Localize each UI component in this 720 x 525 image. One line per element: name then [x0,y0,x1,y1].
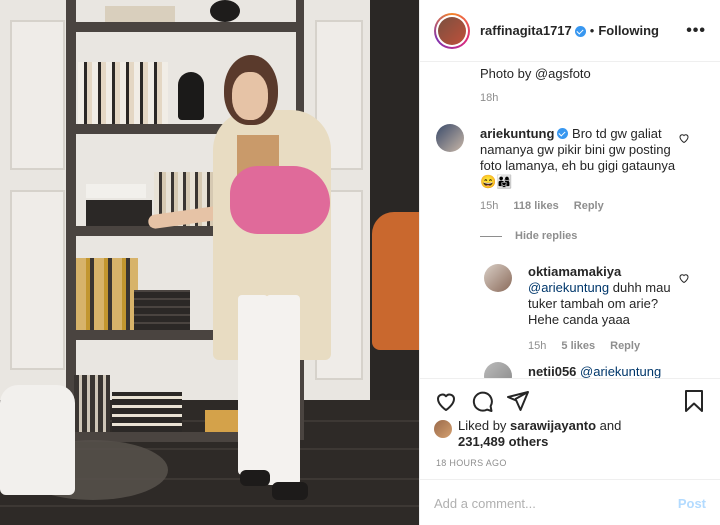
person-face [232,72,268,120]
reply-username[interactable]: netii056 [528,364,576,378]
reply-username[interactable]: oktiamamakiya [528,264,621,279]
header-separator: • [589,23,595,38]
comment-input[interactable] [434,492,654,514]
reply-meta: 15h 5 likes Reply [528,340,652,352]
reply-likes[interactable]: 5 likes [561,340,595,352]
orange-chair [372,212,419,350]
like-reply-heart-icon[interactable] [678,272,690,284]
post-button[interactable]: Post [678,496,706,511]
like-comment-heart-icon[interactable] [678,132,690,144]
person-shoe [240,470,270,486]
post-header: raffinagita1717 • Following ••• [420,0,720,62]
comment-body: ariekuntung Bro td gw galiat namanya gw … [480,126,690,190]
book-row [78,62,168,124]
avatar[interactable] [434,12,470,49]
reply-body: netii056 @ariekuntung [528,364,688,378]
following-button[interactable]: Following [598,23,659,38]
book-row [76,258,138,330]
wall-panel [10,20,65,170]
liked-by: Liked by sarawijayanto and 231,489 other… [458,418,622,449]
post-photo[interactable] [0,0,419,525]
comment-bubble-icon[interactable] [470,389,494,413]
liker-avatar[interactable] [434,420,452,438]
decor-box [86,200,152,226]
caption-time: 18h [480,92,499,104]
shelf [74,22,300,32]
caption-text: Photo by @agsfoto [480,66,591,81]
post-timestamp[interactable]: 18 HOURS AGO [436,458,507,468]
like-heart-icon[interactable] [434,389,458,413]
share-paper-plane-icon[interactable] [506,389,530,413]
hide-replies-line [480,236,502,237]
decor-sculpture [178,72,204,120]
verified-badge-icon [574,26,586,37]
book-row [74,375,110,432]
reply-time: 15h [528,340,547,352]
comment-avatar[interactable] [436,124,464,152]
bookmark-icon[interactable] [682,389,706,413]
comments-list[interactable]: Photo by @agsfoto 18h ariekuntung Bro td… [420,62,720,378]
action-bar [420,378,720,422]
comment-meta: 15h 118 likes Reply [480,200,616,212]
reply-button[interactable]: Reply [610,340,640,352]
wall-panel [10,190,65,370]
person-pants [238,295,268,475]
comment-username[interactable]: ariekuntung [480,126,554,141]
table-lamp [0,385,75,495]
likes-count[interactable]: 231,489 others [458,434,548,449]
book-stack [134,290,190,330]
hide-replies-button[interactable]: Hide replies [515,230,577,242]
post-sidebar: raffinagita1717 • Following ••• Photo by… [419,0,720,525]
decor-vase [210,0,240,22]
person-shoe [272,482,308,500]
reply-avatar[interactable] [484,264,512,292]
reply-avatar[interactable] [484,362,512,378]
reply-mention[interactable]: @ariekuntung [528,280,609,295]
book-stack [112,392,182,432]
verified-badge-icon [557,128,569,139]
reply-button[interactable]: Reply [574,200,604,212]
book-stack [105,6,175,22]
shelf-post [66,0,76,440]
header-username[interactable]: raffinagita1717 [480,23,572,38]
reply-mention[interactable]: @ariekuntung [580,364,661,378]
decor-box [86,184,146,198]
decor-box [205,410,241,432]
add-comment-bar: Post [420,479,720,525]
comment-time: 15h [480,200,499,212]
person-pants [266,295,300,485]
pink-bag [230,166,330,234]
more-horizontal-icon[interactable]: ••• [686,22,706,40]
avatar-image [438,16,466,45]
liker-username[interactable]: sarawijayanto [510,418,596,433]
reply-body: oktiamamakiya @ariekuntung duhh mau tuke… [528,264,688,328]
comment-likes[interactable]: 118 likes [513,200,558,212]
